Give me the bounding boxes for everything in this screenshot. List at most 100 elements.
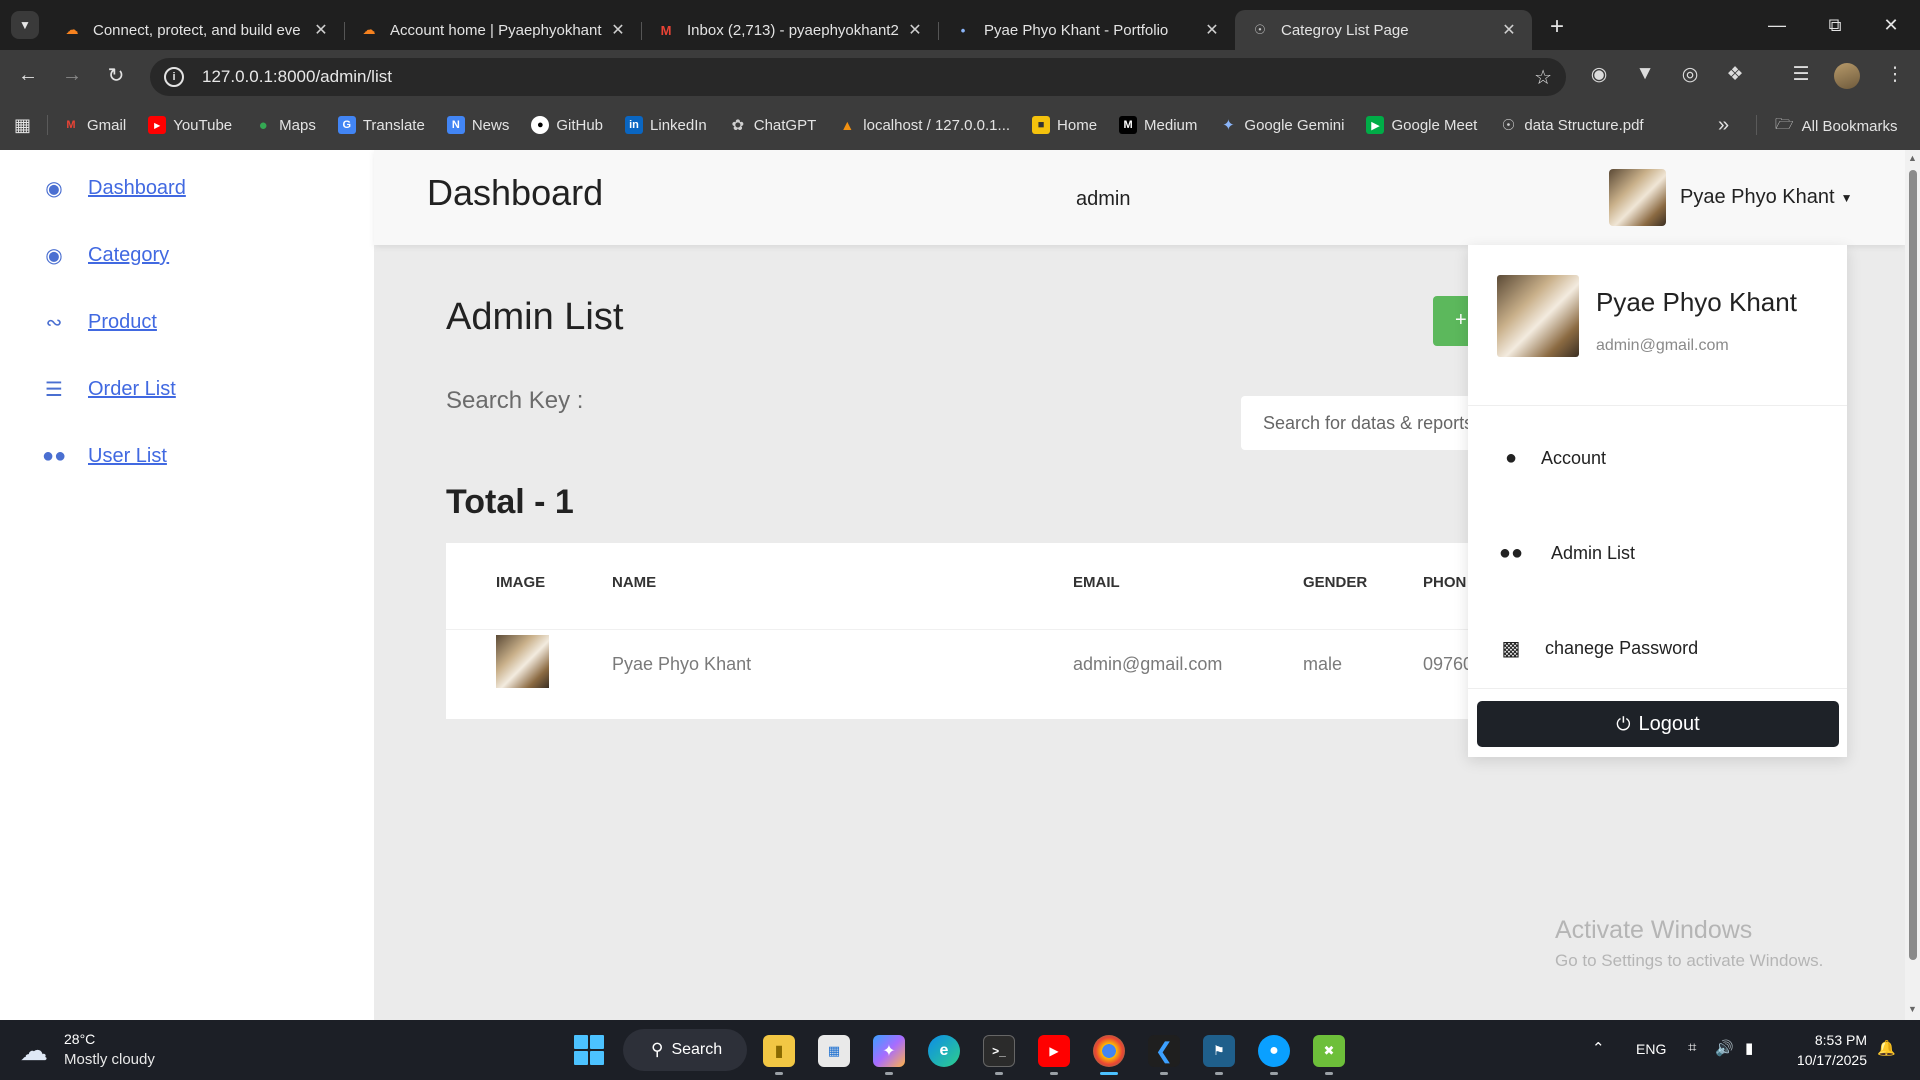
restore-button[interactable]: ⧉ [1806,0,1864,50]
language-indicator[interactable]: ENG [1636,1041,1666,1057]
logout-label: Logout [1638,712,1700,735]
minimize-button[interactable]: — [1748,0,1806,50]
weather-description[interactable]: Mostly cloudy [64,1051,155,1068]
bookmark-youtube[interactable]: ▶ YouTube [148,116,232,134]
sidebar-item-label[interactable]: Order List [88,378,176,401]
copilot-icon[interactable]: ✦ [873,1035,905,1067]
sidebar-item-product[interactable]: ∾ Product [42,310,157,335]
mysql-workbench-icon[interactable]: ⚑ [1203,1035,1235,1067]
sidebar-item-dashboard[interactable]: ◉ Dashboard [42,176,186,201]
bookmark-gemini[interactable]: ✦ Google Gemini [1219,116,1344,135]
vuejs-devtools-icon[interactable]: ▼ [1632,63,1658,85]
notification-bell-icon[interactable]: 🔔 [1877,1039,1896,1057]
sidebar-item-category[interactable]: ◉ Category [42,243,169,268]
wifi-icon[interactable]: ⌗ [1688,1039,1696,1056]
sidebar-item-label[interactable]: Product [88,311,157,334]
file-explorer-icon[interactable]: ▮ [763,1035,795,1067]
user-name: Pyae Phyo Khant [1680,186,1835,208]
tab-4-active[interactable]: ☉ Categroy List Page ✕ [1235,10,1532,50]
address-bar[interactable]: i 127.0.0.1:8000/admin/list ☆ [150,58,1566,96]
vscode-icon[interactable]: ❮ [1148,1035,1180,1067]
bookmark-news[interactable]: N News [446,116,509,134]
user-menu-toggle[interactable]: Pyae Phyo Khant ▼ [1680,186,1852,209]
target-icon[interactable]: ◎ [1677,63,1703,86]
bookmark-google-meet[interactable]: ▶ Google Meet [1366,116,1477,134]
weather-temperature[interactable]: 28°C [64,1031,95,1047]
menu-item-admin-list[interactable]: ●● Admin List [1497,542,1635,565]
url-text[interactable]: 127.0.0.1:8000/admin/list [202,67,392,87]
terminal-icon[interactable]: >_ [983,1035,1015,1067]
bookmark-github[interactable]: ● GitHub [531,116,603,134]
bookmark-translate[interactable]: G Translate [337,116,425,134]
taskbar-search-button[interactable]: ⚲ Search [623,1029,747,1071]
site-info-icon[interactable]: i [164,67,184,87]
scroll-down-arrow-icon[interactable]: ▼ [1907,1004,1918,1014]
bookmark-linkedin[interactable]: in LinkedIn [625,116,707,134]
page-scrollbar[interactable]: ▲ ▼ [1905,150,1920,1020]
extensions-puzzle-icon[interactable]: ❖ [1722,63,1748,86]
close-icon[interactable]: ✕ [1500,20,1518,40]
chrome-icon[interactable] [1093,1035,1125,1067]
forward-arrow-icon[interactable]: → [50,50,94,100]
linkedin-icon: in [625,116,644,134]
bookmark-home[interactable]: ■ Home [1032,116,1097,134]
palette-icon: ◉ [45,178,63,200]
tab-0[interactable]: ☁ Connect, protect, and build eve ✕ [47,10,344,50]
bookmark-chatgpt[interactable]: ✿ ChatGPT [729,116,817,135]
reload-icon[interactable]: ↻ [94,50,138,100]
battery-icon[interactable]: ▮ [1745,1039,1753,1057]
close-icon[interactable]: ✕ [609,20,627,40]
tab-2[interactable]: M Inbox (2,713) - pyaephyokhant2 ✕ [641,10,938,50]
new-tab-button[interactable]: + [1550,13,1564,41]
tab-1[interactable]: ☁ Account home | Pyaephyokhant ✕ [344,10,641,50]
menu-item-account[interactable]: ● Account [1497,447,1606,470]
cloud-icon[interactable]: ☁ [20,1034,48,1067]
xampp-icon[interactable]: ✖ [1313,1035,1345,1067]
close-icon[interactable]: ✕ [906,20,924,40]
sidebar-item-label[interactable]: Category [88,244,169,267]
scrollbar-thumb[interactable] [1909,170,1917,960]
search-input[interactable] [1241,396,1501,450]
menu-item-change-password[interactable]: ▩ chanege Password [1497,636,1699,661]
scroll-up-arrow-icon[interactable]: ▲ [1907,153,1918,163]
microsoft-store-icon[interactable]: ▦ [818,1035,850,1067]
profile-avatar[interactable] [1834,63,1860,89]
bookmark-localhost[interactable]: ▲ localhost / 127.0.0.1... [838,116,1010,134]
logout-button[interactable]: ⏻ Logout [1477,701,1839,747]
media-control-icon[interactable]: ☰ [1788,63,1814,86]
sidebar-item-order-list[interactable]: ☰ Order List [42,377,176,402]
sidebar-item-user-list[interactable]: ●● User List [42,445,167,468]
news-icon: N [446,116,465,134]
sidebar-item-label[interactable]: User List [88,445,167,468]
close-icon[interactable]: ✕ [1203,20,1221,40]
tab-3[interactable]: • Pyae Phyo Khant - Portfolio ✕ [938,10,1235,50]
camera-icon[interactable]: ◉ [1586,63,1612,86]
tab-search-button[interactable]: ▼ [11,11,39,39]
edge-icon[interactable]: e [928,1035,960,1067]
youtube-icon[interactable]: ▶ [1038,1035,1070,1067]
apps-grid-icon[interactable]: ▦ [14,115,31,136]
running-indicator [775,1072,783,1075]
bookmark-medium[interactable]: M Medium [1119,116,1197,134]
bookmark-star-icon[interactable]: ☆ [1534,65,1552,90]
bookmark-maps[interactable]: ● Maps [254,116,316,134]
bookmark-gmail[interactable]: M Gmail [62,116,126,134]
app-icon[interactable]: ● [1258,1035,1290,1067]
chevron-double-right-icon[interactable]: » [1718,114,1729,137]
all-bookmarks-button[interactable]: 🗁 All Bookmarks [1775,114,1897,139]
close-window-button[interactable]: ✕ [1862,0,1920,50]
close-icon[interactable]: ✕ [312,20,330,40]
system-clock[interactable]: 8:53 PM 10/17/2025 [1775,1030,1867,1070]
search-icon: ⚲ [651,1040,664,1059]
volume-icon[interactable]: 🔊 [1715,1039,1734,1057]
bookmark-data-structure[interactable]: ☉ data Structure.pdf [1499,116,1644,135]
bookmark-label: ChatGPT [753,116,817,134]
avatar[interactable] [1609,169,1666,226]
kebab-menu-icon[interactable]: ⋮ [1882,63,1908,86]
gemini-icon: ✦ [1222,117,1235,134]
watermark-title: Activate Windows [1555,916,1753,944]
chevron-up-icon[interactable]: ⌃ [1592,1039,1605,1057]
back-arrow-icon[interactable]: ← [6,50,50,100]
windows-start-icon[interactable] [574,1035,604,1065]
sidebar-item-label[interactable]: Dashboard [88,177,186,200]
